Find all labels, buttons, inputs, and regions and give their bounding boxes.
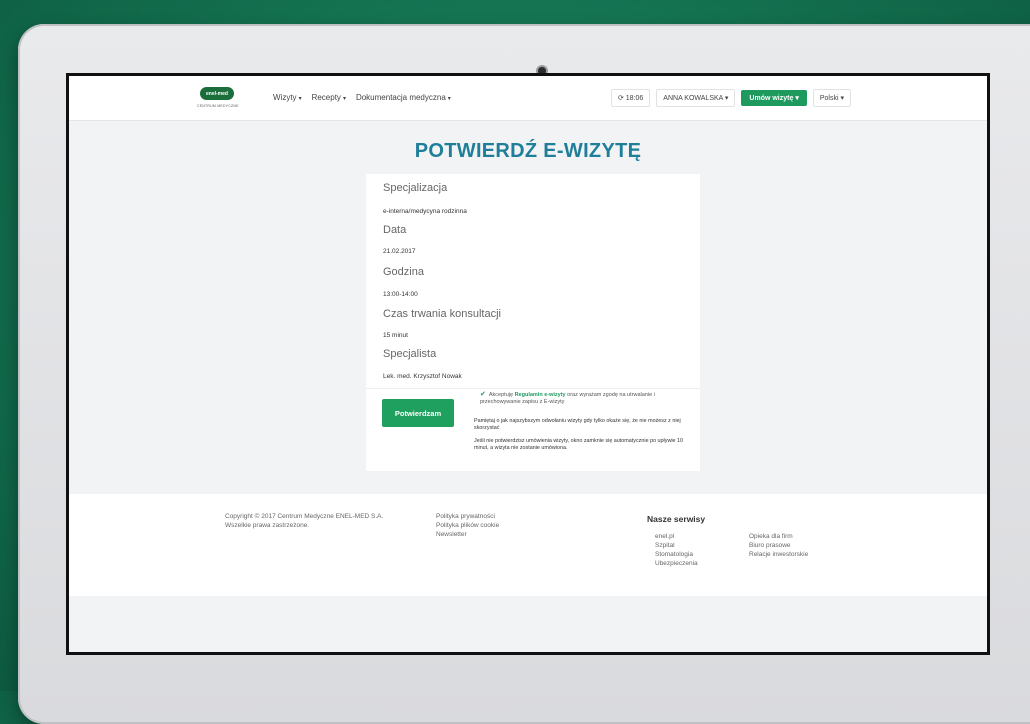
footer-copyright: Copyright © 2017 Centrum Medyczne ENEL-M… bbox=[225, 512, 425, 530]
hour-value: 13:00-14:00 bbox=[383, 291, 418, 298]
footer-link-cookies[interactable]: Polityka plików cookie bbox=[436, 521, 499, 530]
date-value: 21.02.2017 bbox=[383, 248, 416, 255]
language-selector[interactable]: Polski ▾ bbox=[812, 89, 851, 107]
chevron-down-icon: ▾ bbox=[298, 96, 302, 102]
specialization-label: Specjalizacja bbox=[383, 182, 448, 194]
user-name: ANNA KOWALSKA bbox=[663, 95, 723, 102]
cancel-reminder-note: Pamiętaj o jak najszybszym odwołaniu wiz… bbox=[474, 418, 681, 431]
services-title: Nasze serwisy bbox=[647, 514, 706, 524]
top-navigation: enel-med CENTRUM MEDYCZNE Wizyty ▾ Recept… bbox=[69, 76, 987, 121]
logo-pill: enel-med bbox=[200, 87, 234, 100]
terms-prefix: Akceptuję bbox=[488, 392, 514, 398]
footer-link-newsletter[interactable]: Newsletter bbox=[436, 530, 499, 539]
terms-link[interactable]: Regulamin e-wizyty bbox=[515, 392, 566, 398]
main-menu: Wizyty ▾ Recepty ▾ Dokumentacja medyczna ▾ bbox=[273, 93, 451, 102]
specialist-value: Lek. med. Krzysztof Nowak bbox=[383, 373, 462, 380]
chevron-down-icon: ▾ bbox=[724, 95, 729, 102]
copyright-text: Copyright © 2017 Centrum Medyczne ENEL-M… bbox=[225, 513, 384, 520]
hour-label: Godzina bbox=[383, 266, 424, 278]
duration-label: Czas trwania konsultacji bbox=[383, 308, 501, 320]
terms-checkbox-row[interactable]: ✔ Akceptuję Regulamin e-wizyty oraz wyraż… bbox=[480, 391, 690, 406]
language-label: Polski bbox=[819, 95, 839, 102]
divider bbox=[366, 388, 700, 389]
menu-item-wizyty[interactable]: Wizyty ▾ bbox=[273, 93, 302, 102]
enel-med-logo[interactable]: enel-med CENTRUM MEDYCZNE bbox=[197, 87, 239, 115]
chevron-down-icon: ▾ bbox=[795, 95, 799, 102]
duration-value: 15 minut bbox=[383, 332, 408, 339]
date-label: Data bbox=[383, 224, 407, 236]
chevron-down-icon: ▾ bbox=[840, 95, 844, 102]
user-menu[interactable]: ANNA KOWALSKA ▾ bbox=[656, 89, 736, 107]
service-link[interactable]: Stomatologia bbox=[655, 550, 698, 559]
chevron-down-icon: ▾ bbox=[342, 96, 346, 102]
service-link[interactable]: Szpital bbox=[655, 541, 698, 550]
laptop-screen: enel-med CENTRUM MEDYCZNE Wizyty ▾ Recept… bbox=[66, 73, 990, 655]
checkmark-icon[interactable]: ✔ bbox=[480, 391, 486, 398]
logo-text: enel-med bbox=[206, 90, 228, 97]
specialist-label: Specjalista bbox=[383, 348, 437, 360]
session-time: 18:06 bbox=[625, 95, 644, 102]
footer-links: Polityka prywatności Polityka plików coo… bbox=[436, 512, 499, 539]
service-link[interactable]: enel.pl bbox=[655, 532, 698, 541]
logo-subtitle: CENTRUM MEDYCZNE bbox=[197, 104, 239, 108]
menu-item-dokumentacja[interactable]: Dokumentacja medyczna ▾ bbox=[356, 93, 451, 102]
confirm-button[interactable]: Potwierdzam bbox=[382, 399, 454, 427]
visit-details-card: Specjalizacja e-interna/medycyna rodzinn… bbox=[366, 174, 700, 471]
book-appointment-button[interactable]: Umów wizytę ▾ bbox=[741, 90, 807, 106]
service-link[interactable]: Relacje inwestorskie bbox=[749, 550, 808, 559]
service-link[interactable]: Opieka dla firm bbox=[749, 532, 808, 541]
specialization-value: e-interna/medycyna rodzinna bbox=[383, 208, 467, 215]
rights-text: Wszelkie prawa zastrzeżone. bbox=[225, 522, 310, 529]
browser-viewport: enel-med CENTRUM MEDYCZNE Wizyty ▾ Recept… bbox=[69, 76, 987, 652]
session-timer: ⟳ 18:06 bbox=[610, 89, 651, 107]
menu-item-recepty[interactable]: Recepty ▾ bbox=[312, 93, 346, 102]
refresh-icon: ⟳ bbox=[617, 95, 624, 102]
book-appointment-label: Umów wizytę bbox=[749, 95, 794, 102]
services-column-2: Opieka dla firm Biuro prasowe Relacje in… bbox=[749, 532, 808, 559]
services-column-1: enel.pl Szpital Stomatologia Ubezpieczen… bbox=[655, 532, 698, 568]
page-title: POTWIERDŹ E-WIZYTĘ bbox=[414, 140, 642, 162]
chevron-down-icon: ▾ bbox=[447, 96, 451, 102]
nav-right: ⟳ 18:06 ANNA KOWALSKA ▾ Umów wizytę ▾ Po… bbox=[610, 89, 851, 107]
service-link[interactable]: Biuro prasowe bbox=[749, 541, 808, 550]
auto-close-note: Jeśli nie potwierdzisz umówienia wizyty,… bbox=[474, 438, 684, 451]
footer-link-privacy[interactable]: Polityka prywatności bbox=[436, 512, 499, 521]
footer: Copyright © 2017 Centrum Medyczne ENEL-M… bbox=[69, 494, 987, 596]
service-link[interactable]: Ubezpieczenia bbox=[655, 559, 698, 568]
